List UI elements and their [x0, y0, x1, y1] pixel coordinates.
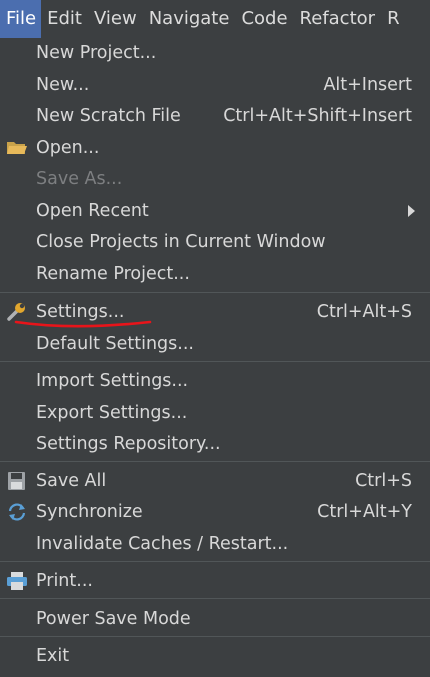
menu-item-label: Rename Project...	[36, 264, 190, 284]
menu-item-label: Open Recent	[36, 201, 149, 221]
menu-item-shortcut: Ctrl+Alt+S	[316, 302, 412, 322]
menu-item-shortcut: Ctrl+S	[355, 471, 412, 491]
folder-icon	[6, 138, 28, 158]
menu-item-export-settings[interactable]: Export Settings...	[0, 398, 430, 428]
menu-item-label: Close Projects in Current Window	[36, 232, 326, 252]
menu-item-power-save-mode[interactable]: Power Save Mode	[0, 604, 430, 634]
menu-item-label: Synchronize	[36, 502, 143, 522]
menu-item-label: Settings Repository...	[36, 434, 221, 454]
menu-item-shortcut: Alt+Insert	[323, 75, 412, 95]
menu-item-shortcut: Ctrl+Alt+Shift+Insert	[223, 106, 412, 126]
menu-bar: File Edit View Navigate Code Refactor R	[0, 0, 430, 38]
menu-item-save-as: Save As...	[0, 164, 430, 194]
menu-run-truncated[interactable]: R	[381, 0, 406, 38]
menu-item-label: Default Settings...	[36, 334, 194, 354]
menu-item-invalidate-caches[interactable]: Invalidate Caches / Restart...	[0, 529, 430, 559]
menu-separator	[0, 361, 430, 362]
menu-refactor[interactable]: Refactor	[294, 0, 382, 38]
menu-item-label: Open...	[36, 138, 100, 158]
menu-view[interactable]: View	[88, 0, 143, 38]
menu-item-label: New Project...	[36, 43, 157, 63]
menu-item-label: New...	[36, 75, 90, 95]
submenu-arrow-icon	[408, 205, 415, 217]
menu-item-exit[interactable]: Exit	[0, 641, 430, 671]
printer-icon	[6, 571, 28, 591]
menu-file[interactable]: File	[0, 0, 42, 38]
menu-item-label: Export Settings...	[36, 403, 188, 423]
menu-item-label: Exit	[36, 646, 70, 666]
menu-item-close-projects[interactable]: Close Projects in Current Window	[0, 227, 430, 257]
menu-item-rename-project[interactable]: Rename Project...	[0, 259, 430, 289]
menu-item-settings-repository[interactable]: Settings Repository...	[0, 429, 430, 459]
menu-separator	[0, 561, 430, 562]
menu-item-default-settings[interactable]: Default Settings...	[0, 329, 430, 359]
menu-item-print[interactable]: Print...	[0, 566, 430, 596]
menu-item-import-settings[interactable]: Import Settings...	[0, 366, 430, 396]
menu-separator	[0, 461, 430, 462]
menu-item-save-all[interactable]: Save All Ctrl+S	[0, 466, 430, 496]
menu-item-new-project[interactable]: New Project...	[0, 38, 430, 68]
sync-icon	[6, 502, 28, 522]
menu-item-settings[interactable]: Settings... Ctrl+Alt+S	[0, 297, 430, 327]
menu-item-new[interactable]: New... Alt+Insert	[0, 70, 430, 100]
menu-item-open-recent[interactable]: Open Recent	[0, 196, 430, 226]
menu-item-label: Invalidate Caches / Restart...	[36, 534, 289, 554]
menu-code[interactable]: Code	[235, 0, 293, 38]
menu-item-label: Save As...	[36, 169, 123, 189]
menu-item-open[interactable]: Open...	[0, 133, 430, 163]
menu-item-label: Power Save Mode	[36, 609, 191, 629]
menu-item-label: Import Settings...	[36, 371, 189, 391]
file-dropdown-menu: New Project... New... Alt+Insert New Scr…	[0, 38, 430, 677]
menu-separator	[0, 292, 430, 293]
menu-item-shortcut: Ctrl+Alt+Y	[317, 502, 412, 522]
menu-item-label: Print...	[36, 571, 93, 591]
wrench-icon	[6, 302, 28, 322]
menu-item-label: Settings...	[36, 302, 125, 322]
menu-item-new-scratch-file[interactable]: New Scratch File Ctrl+Alt+Shift+Insert	[0, 101, 430, 131]
menu-edit[interactable]: Edit	[41, 0, 88, 38]
menu-separator	[0, 598, 430, 599]
menu-item-label: Save All	[36, 471, 107, 491]
floppy-disk-icon	[6, 471, 28, 491]
menu-item-label: New Scratch File	[36, 106, 181, 126]
menu-item-synchronize[interactable]: Synchronize Ctrl+Alt+Y	[0, 497, 430, 527]
menu-separator	[0, 636, 430, 637]
menu-navigate[interactable]: Navigate	[143, 0, 236, 38]
